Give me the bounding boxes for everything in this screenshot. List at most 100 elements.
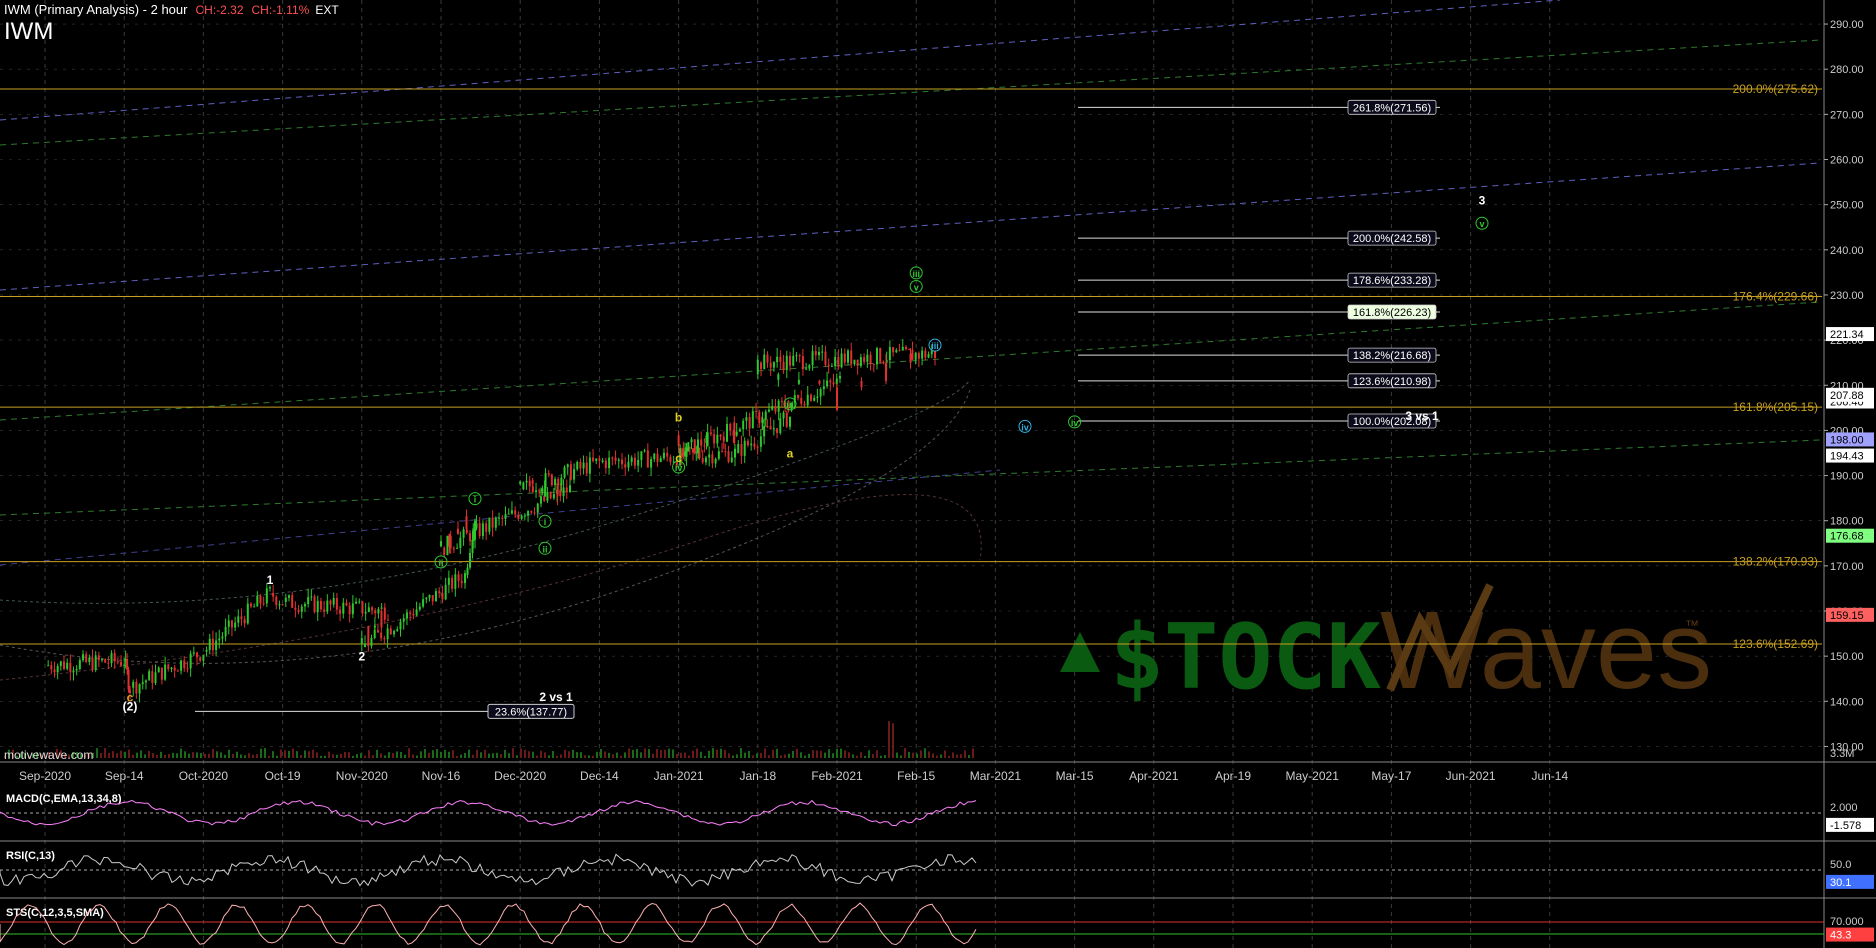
candle-body [440,541,442,547]
candle-body [776,428,779,434]
volume-bar [916,753,918,758]
candle-body [755,411,758,413]
volume-bar [476,749,478,758]
volume-bar [600,749,602,758]
candle-body [360,638,363,645]
wave-label: iii [912,269,920,279]
candle-body [514,510,517,515]
candle-body [666,452,669,457]
candle-body [138,684,141,694]
volume-bar [532,751,534,758]
candle-body [481,523,484,537]
change-percent: CH:-1.11% [251,3,310,17]
candle-body [808,365,811,369]
candle-body [56,666,59,673]
y-tick-label: 150.00 [1830,651,1864,663]
candle-body [371,607,374,611]
candle-body [827,364,830,367]
x-tick-label: Dec-14 [580,769,619,783]
indicator-value: 43.3 [1830,930,1851,942]
candle-body [872,363,875,365]
volume-bar [380,753,382,758]
price-label: 159.15 [1830,610,1864,622]
candle-body [722,436,725,442]
candle-body [780,400,783,402]
candle-body [706,432,709,446]
volume-bar [368,750,370,758]
volume-bar [364,755,366,758]
candle-body [576,462,579,470]
candle-body [412,613,415,616]
wave-label: b [675,410,682,424]
candle-body [777,374,780,380]
indicator-name: MACD(C,EMA,13,34,8) [6,793,122,805]
volume-bar [280,749,282,758]
candle-body [921,350,924,359]
volume-bar [808,753,810,758]
candle-body [472,528,475,542]
volume-bar [692,750,694,758]
wave-label: ii [542,544,547,554]
candle-body [227,620,230,627]
candle-body [464,573,466,584]
candle-body [771,406,774,410]
volume-bar [320,755,322,758]
candle-body [608,457,611,469]
x-tick-label: Oct-2020 [179,769,229,783]
volume-bar [712,748,714,758]
volume-bar [432,750,434,758]
y-tick-label: 190.00 [1830,471,1864,483]
volume-bar [892,723,894,758]
volume-bar [772,749,774,758]
volume-bar [160,751,162,758]
volume-bar [156,755,158,758]
candle-body [291,595,294,608]
candle-body [785,412,788,427]
volume-bar [456,755,458,758]
candle-body [819,389,822,397]
candle-body [460,580,463,584]
candle-body [760,362,763,370]
candle-body [711,454,714,464]
candle-body [782,361,785,371]
candle-body [148,671,151,681]
wave-label: i [474,495,477,505]
candle-body [843,353,846,363]
volume-bar [180,748,182,758]
candle-body [792,355,795,366]
candle-body [205,649,208,652]
candle-body [724,451,727,453]
ext-label: EXT [315,3,339,17]
price-chart[interactable]: $TOCK Waves™ 200.0%(275.62) 176.4%(229.66)… [0,0,1876,948]
candle-body [444,584,447,600]
candle-body [164,664,167,680]
candle-body [454,574,457,589]
candle-body [91,657,94,671]
candle-body [624,464,627,468]
candle-body [692,448,695,453]
volume-bar [312,749,314,758]
volume-bar [308,751,310,758]
volume-bar [816,750,818,758]
candle-body [588,457,591,474]
x-tick-label: Apr-2021 [1129,769,1179,783]
volume-bar [436,749,438,758]
volume-bar [528,751,530,758]
candle-body [717,451,720,459]
volume-bar [780,755,782,758]
volume-bar [260,748,262,758]
candle-body [313,596,316,613]
candle-body [281,604,284,606]
volume-bar [152,753,154,758]
volume-bar [920,750,922,758]
candle-body [405,612,408,619]
volume-bar [508,753,510,758]
candle-body [569,464,572,480]
candle-body [110,653,113,664]
candle-body [840,353,843,368]
x-tick-label: Sep-14 [105,769,144,783]
candle-body [504,513,507,519]
candle-body [729,423,732,431]
volume-bar [864,755,866,758]
volume-bar [752,755,754,758]
